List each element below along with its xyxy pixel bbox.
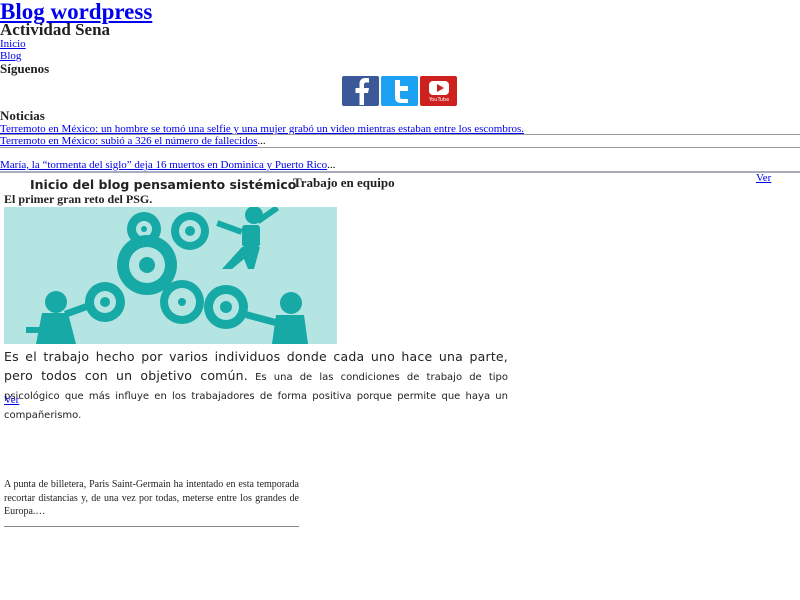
gear-icon [204,285,248,329]
site-description: Actividad Sena [0,20,111,39]
youtube-icon: YouTube [427,81,449,103]
news-heading: Noticias [0,108,45,123]
ver-link[interactable]: Ver [756,172,771,184]
follow-heading: Síguenos [0,61,50,76]
menu-item-inicio[interactable]: Inicio [0,38,26,50]
twitter-icon [394,80,408,103]
teamwork-illustration [4,207,337,344]
news-item-suffix: ... [257,135,266,147]
twitter-button[interactable] [381,76,418,106]
news-item-suffix: ... [327,159,336,171]
person-figure [245,292,308,344]
post-title-psg: El primer gran reto del PSG. [4,192,153,206]
youtube-wordmark: YouTube [427,97,448,103]
gear-icon [160,280,204,324]
post-excerpt: A punta de billetera, Paris Saint-Germai… [4,479,299,517]
news-item-link[interactable]: María, la “tormenta del siglo” deja 16 m… [0,159,327,171]
excerpt-divider [4,526,299,527]
post-title-trabajo-en-equipo: Trabajo en equipo [293,175,395,190]
facebook-button[interactable] [342,76,379,106]
gear-icon [171,212,209,250]
post-body: Es el trabajo hecho por varios individuo… [4,346,508,422]
news-divider [0,147,800,148]
news-item-link[interactable]: Terremoto en México: subió a 326 el núme… [0,135,257,147]
youtube-button[interactable]: YouTube [420,76,457,106]
news-item: María, la “tormenta del siglo” deja 16 m… [0,159,335,171]
person-figure [26,291,95,344]
news-item: Terremoto en México: subió a 326 el núme… [0,135,266,147]
person-figure [216,207,280,269]
news-divider [0,171,800,173]
facebook-icon [355,78,369,105]
ver-link[interactable]: Ver [4,394,19,406]
post-title-pensamiento-sistemico: Inicio del blog pensamiento sistémico [30,177,297,192]
